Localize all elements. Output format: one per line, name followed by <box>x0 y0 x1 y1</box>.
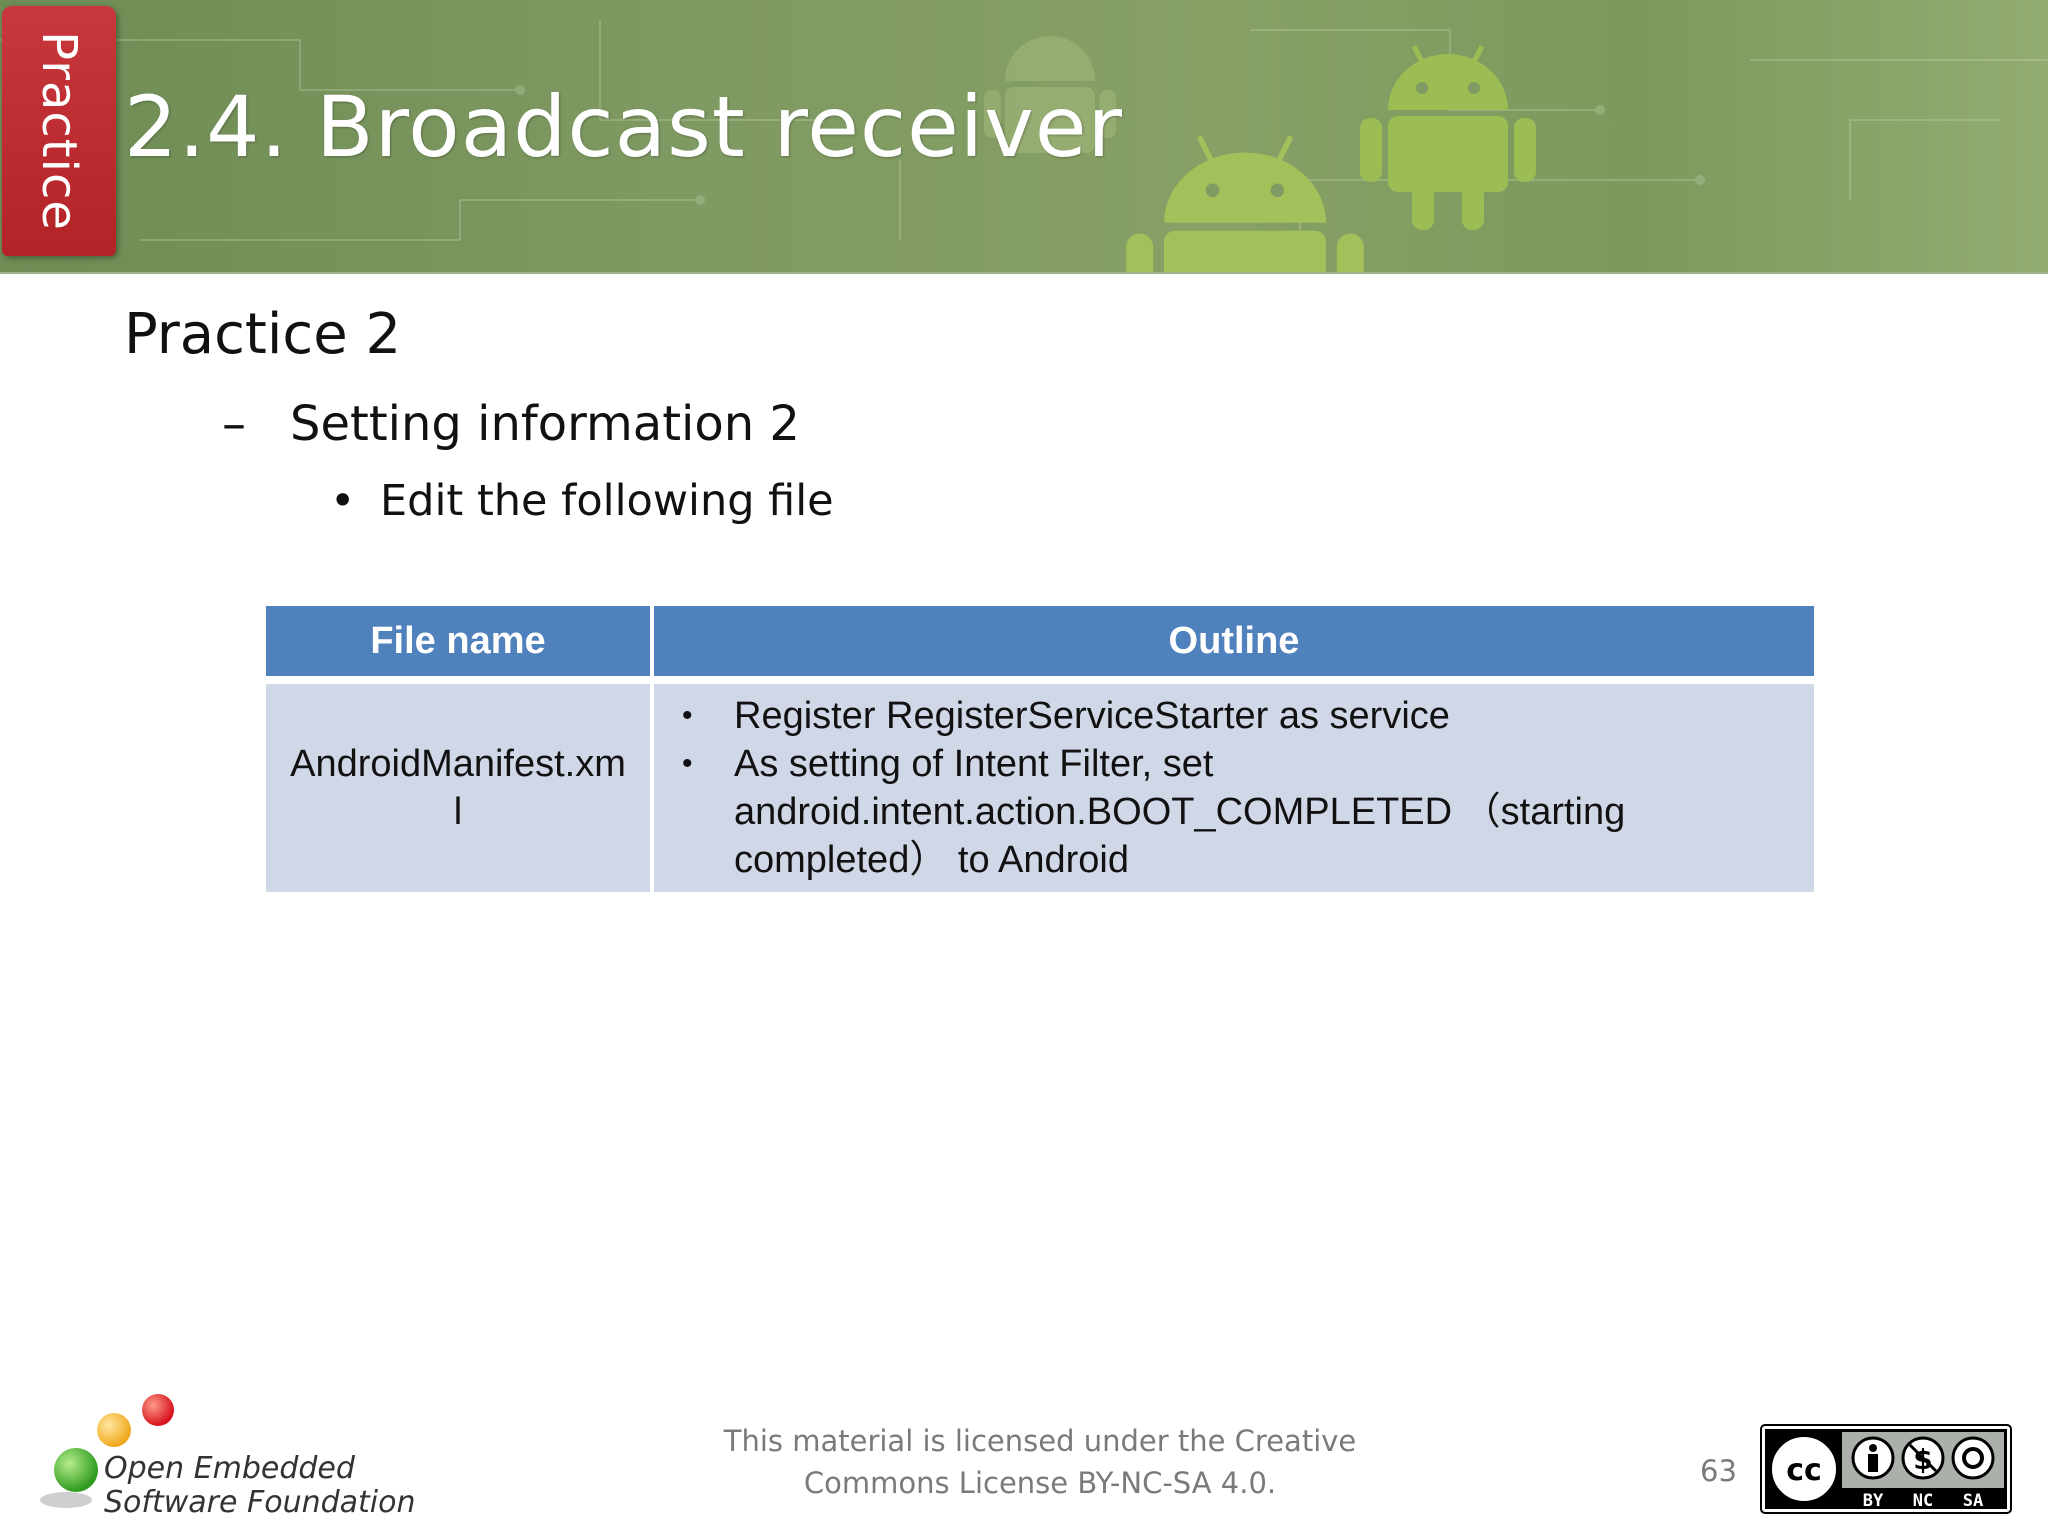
bullet-level3-text: Edit the following file <box>380 476 834 526</box>
practice-tab: Practice <box>2 6 116 256</box>
outline-item-text: Register RegisterServiceStarter as servi… <box>734 695 1450 737</box>
table-header-file-name: File name <box>266 606 650 676</box>
license-line1: This material is licensed under the Crea… <box>723 1424 1357 1458</box>
dot-bullet-icon: • <box>682 747 693 780</box>
dot-bullet-icon: • <box>330 476 356 526</box>
header-banner: Practice 2.4. Broadcast receiver <box>0 0 2048 274</box>
license-text: This material is licensed under the Crea… <box>700 1420 1380 1504</box>
bullet-level1: Practice 2 <box>124 302 402 367</box>
cc-by-nc-sa-badge-icon: cc $ BY NC SA <box>1760 1424 2012 1514</box>
svg-text:cc: cc <box>1786 1453 1822 1488</box>
cc-label-sa: SA <box>1963 1491 1983 1511</box>
oesf-logo-text: Open Embedded Software Foundation <box>104 1452 416 1520</box>
logo-line1: Open Embedded <box>104 1451 355 1486</box>
table-cell-file: AndroidManifest.xml <box>266 684 650 892</box>
logo-line2: Software Foundation <box>104 1485 416 1520</box>
practice-tab-label: Practice <box>31 31 87 231</box>
dot-bullet-icon: • <box>682 699 693 732</box>
cc-label-by: BY <box>1863 1491 1884 1511</box>
file-name-text: AndroidManifest.xml <box>290 743 626 833</box>
table-header-outline: Outline <box>654 606 1814 676</box>
slide-title: 2.4. Broadcast receiver <box>124 78 1124 176</box>
bullet-level2-text: Setting information 2 <box>290 396 800 452</box>
outline-item-text: As setting of Intent Filter, set android… <box>734 743 1626 881</box>
cc-label-nc: NC <box>1913 1491 1933 1511</box>
page-number: 63 <box>1700 1454 1737 1488</box>
table-cell-outline: • Register RegisterServiceStarter as ser… <box>654 684 1814 892</box>
android-robot-icon <box>1126 135 1364 272</box>
dash-bullet-icon: – <box>222 396 246 452</box>
license-line2: Commons License BY-NC-SA 4.0. <box>803 1466 1277 1500</box>
file-table: File name Outline AndroidManifest.xml • … <box>266 606 1814 892</box>
